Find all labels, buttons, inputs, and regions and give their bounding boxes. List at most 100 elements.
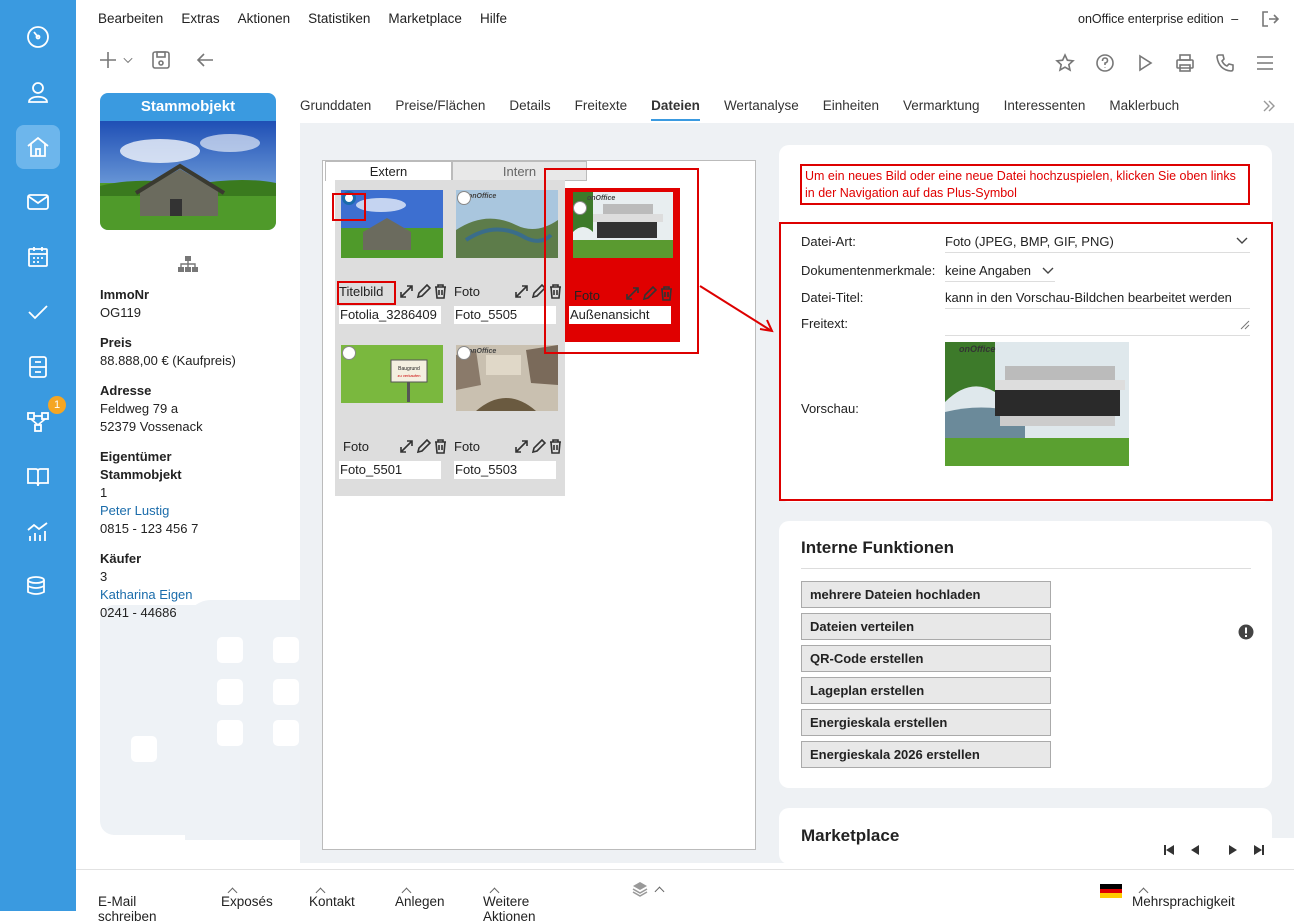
layers-menu[interactable] [632, 881, 665, 898]
kaeufer-block: Käufer 3 Katharina Eigen 0241 - 44686 [100, 550, 193, 622]
anlegen-menu[interactable]: Anlegen [395, 882, 445, 909]
tab-interessenten[interactable]: Interessenten [1004, 98, 1086, 121]
tab-extern[interactable]: Extern [325, 161, 452, 181]
tab-wertanalyse[interactable]: Wertanalyse [724, 98, 799, 121]
tabs-more-icon[interactable] [1262, 100, 1276, 112]
add-icon[interactable] [98, 50, 118, 73]
titelbild-radio[interactable] [457, 191, 471, 205]
file-caption-input[interactable]: Foto_5505 [454, 306, 556, 324]
mehrsprachigkeit-menu[interactable]: Mehrsprachigkeit [1132, 882, 1235, 909]
main-menu: Bearbeiten Extras Aktionen Statistiken M… [98, 11, 525, 26]
file-item[interactable]: onOffice Foto Foto_5505 [450, 180, 561, 330]
kaeufer-label: Käufer [100, 551, 142, 566]
menu-extras[interactable]: Extras [181, 11, 219, 26]
german-flag-icon [1100, 884, 1122, 898]
expand-icon[interactable] [514, 284, 529, 299]
file-caption-input[interactable]: Foto_5503 [454, 461, 556, 479]
chevron-down-icon[interactable] [122, 54, 134, 69]
edit-icon[interactable] [531, 439, 546, 454]
immonr-block: ImmoNr OG119 [100, 286, 149, 322]
expand-icon[interactable] [514, 439, 529, 454]
star-icon[interactable] [1055, 53, 1075, 76]
first-page-icon[interactable] [1162, 843, 1176, 857]
file-item[interactable]: onOffice Foto Foto_5503 [450, 335, 561, 485]
tab-dateien[interactable]: Dateien [651, 98, 700, 121]
contacts-icon[interactable] [16, 70, 60, 114]
titelbild-radio[interactable] [457, 346, 471, 360]
trash-icon[interactable] [433, 284, 448, 299]
tab-freitexte[interactable]: Freitexte [575, 98, 628, 121]
expand-icon[interactable] [399, 439, 414, 454]
mail-icon[interactable] [16, 180, 60, 224]
file-type-label: Foto [454, 284, 481, 299]
file-thumbnail[interactable]: onOffice [456, 345, 558, 413]
chevron-down-icon[interactable] [1042, 266, 1054, 276]
play-icon[interactable] [1135, 53, 1155, 76]
energieskala-button[interactable]: Energieskala erstellen [801, 709, 1051, 736]
record-image [100, 121, 276, 230]
book-icon[interactable] [16, 455, 60, 499]
menu-hilfe[interactable]: Hilfe [480, 11, 507, 26]
datei-titel-field[interactable]: kann in den Vorschau-Bildchen bearbeitet… [945, 290, 1250, 309]
edit-icon[interactable] [416, 439, 431, 454]
datei-art-select[interactable]: Foto (JPEG, BMP, GIF, PNG) [945, 234, 1250, 253]
prev-page-icon[interactable] [1188, 843, 1202, 857]
layers-icon [632, 882, 648, 898]
file-caption-input[interactable]: Foto_5501 [339, 461, 441, 479]
exposes-menu[interactable]: Exposés [221, 882, 273, 909]
save-icon[interactable] [151, 50, 171, 73]
file-grid: Titelbild Fotolia_3286409 onOffice Foto … [335, 180, 680, 496]
lageplan-button[interactable]: Lageplan erstellen [801, 677, 1051, 704]
menu-bearbeiten[interactable]: Bearbeiten [98, 11, 163, 26]
menu-statistiken[interactable]: Statistiken [308, 11, 370, 26]
tab-details[interactable]: Details [509, 98, 550, 121]
tab-einheiten[interactable]: Einheiten [823, 98, 879, 121]
calendar-icon[interactable] [16, 235, 60, 279]
tasks-icon[interactable] [16, 290, 60, 334]
weitere-aktionen-menu[interactable]: Weitere Aktionen [483, 882, 536, 924]
distribute-files-button[interactable]: Dateien verteilen [801, 613, 1051, 640]
tab-grunddaten[interactable]: Grunddaten [300, 98, 371, 121]
next-page-icon[interactable] [1226, 843, 1240, 857]
menu-aktionen[interactable]: Aktionen [238, 11, 291, 26]
print-icon[interactable] [1175, 53, 1195, 76]
menu-marketplace[interactable]: Marketplace [388, 11, 462, 26]
expand-icon[interactable] [399, 284, 414, 299]
phone-icon[interactable] [1215, 53, 1235, 76]
file-caption-input[interactable]: Fotolia_3286409 [339, 306, 441, 324]
qr-code-button[interactable]: QR-Code erstellen [801, 645, 1051, 672]
back-arrow-icon[interactable] [195, 50, 215, 73]
archive-icon[interactable] [16, 345, 60, 389]
preis-block: Preis 88.888,00 € (Kaufpreis) [100, 334, 236, 370]
help-icon[interactable] [1095, 53, 1115, 76]
hamburger-menu-icon[interactable] [1255, 53, 1275, 76]
dashboard-icon[interactable] [16, 15, 60, 59]
info-icon[interactable] [1238, 624, 1254, 640]
file-item[interactable]: Baugrund zu verkaufen Foto Foto_5501 [335, 335, 446, 485]
database-icon[interactable] [16, 565, 60, 609]
edit-icon[interactable] [416, 284, 431, 299]
dokumentenmerkmale-select[interactable]: keine Angaben [945, 263, 1055, 282]
eigentuemer-link[interactable]: Peter Lustig [100, 502, 198, 520]
hierarchy-icon[interactable] [178, 256, 198, 272]
window-decoration [217, 637, 243, 663]
properties-icon[interactable] [16, 125, 60, 169]
freitext-textarea[interactable] [945, 314, 1250, 336]
kaeufer-link[interactable]: Katharina Eigen [100, 586, 193, 604]
logout-icon[interactable] [1261, 10, 1279, 28]
chevron-down-icon[interactable] [1236, 236, 1248, 246]
tab-maklerbuch[interactable]: Maklerbuch [1109, 98, 1179, 121]
trash-icon[interactable] [548, 439, 563, 454]
tab-vermarktung[interactable]: Vermarktung [903, 98, 980, 121]
kontakt-menu[interactable]: Kontakt [309, 882, 355, 909]
file-thumbnail[interactable]: Baugrund zu verkaufen [341, 345, 443, 413]
statistics-icon[interactable] [16, 510, 60, 554]
upload-multiple-button[interactable]: mehrere Dateien hochladen [801, 581, 1051, 608]
file-thumbnail[interactable]: onOffice [456, 190, 558, 258]
titelbild-radio[interactable] [342, 346, 356, 360]
tab-preise-flaechen[interactable]: Preise/Flächen [395, 98, 485, 121]
energieskala-2026-button[interactable]: Energieskala 2026 erstellen [801, 741, 1051, 768]
resize-handle-icon[interactable] [1240, 320, 1250, 330]
last-page-icon[interactable] [1252, 843, 1266, 857]
trash-icon[interactable] [433, 439, 448, 454]
